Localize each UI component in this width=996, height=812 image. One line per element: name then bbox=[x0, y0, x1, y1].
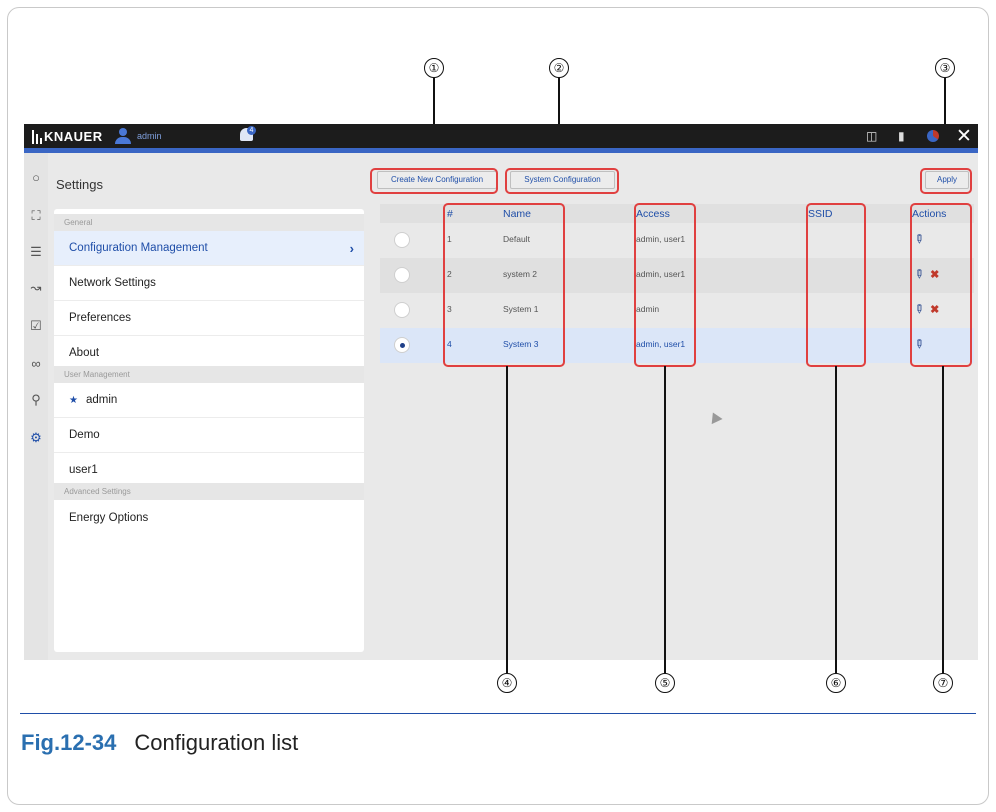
highlight-access-column bbox=[634, 203, 696, 367]
chart-icon[interactable]: ↝ bbox=[29, 281, 43, 295]
hierarchy-icon[interactable]: ⛶ bbox=[29, 209, 43, 223]
callout-5: ⑤ bbox=[655, 673, 675, 693]
status-pie-icon[interactable] bbox=[927, 130, 939, 142]
figure-title: Configuration list bbox=[134, 730, 299, 755]
username[interactable]: admin bbox=[137, 131, 162, 141]
section-user-management: User Management bbox=[54, 366, 364, 383]
row-radio-selected[interactable] bbox=[394, 337, 410, 353]
app-logo: KNAUER bbox=[44, 129, 103, 144]
tree-list-icon[interactable]: ☰ bbox=[29, 245, 43, 259]
row-radio[interactable] bbox=[394, 267, 410, 283]
callout-line-4 bbox=[506, 366, 508, 673]
left-rail: ○ ⛶ ☰ ↝ ☑ ∞ ⚲ ⚙ bbox=[24, 153, 48, 660]
callout-line-7 bbox=[942, 366, 944, 673]
nav-item-label: admin bbox=[85, 394, 118, 406]
row-radio[interactable] bbox=[394, 232, 410, 248]
nav-item-label: Demo bbox=[69, 429, 100, 441]
highlight-ssid-column bbox=[806, 203, 866, 367]
caption-rule bbox=[20, 713, 976, 714]
nav-item-network-settings[interactable]: Network Settings bbox=[54, 266, 364, 301]
notification-badge: 4 bbox=[247, 126, 256, 135]
highlight-name-column bbox=[443, 203, 565, 367]
nav-item-label: About bbox=[69, 347, 100, 359]
highlight-system-config-button bbox=[505, 168, 619, 194]
nav-item-label: Preferences bbox=[69, 312, 132, 324]
callout-line-5 bbox=[664, 366, 666, 673]
nav-item-label: Configuration Management bbox=[69, 242, 208, 254]
zoom-icon[interactable]: ⚲ bbox=[29, 393, 43, 407]
nav-item-user-admin[interactable]: ★ admin bbox=[54, 383, 364, 418]
callout-1: ① bbox=[424, 58, 444, 78]
nav-item-label: Network Settings bbox=[69, 277, 156, 289]
mouse-cursor-icon bbox=[707, 409, 723, 425]
gear-icon[interactable]: ⚙ bbox=[29, 431, 43, 445]
figure-label: Fig.12-34 bbox=[21, 730, 117, 755]
chevron-right-icon: › bbox=[349, 241, 354, 256]
knauer-logo-mark bbox=[32, 128, 44, 144]
section-general: General bbox=[54, 214, 364, 231]
callout-2: ② bbox=[549, 58, 569, 78]
row-radio[interactable] bbox=[394, 302, 410, 318]
highlight-actions-column bbox=[910, 203, 972, 367]
cursor-bar-icon[interactable]: ∞ bbox=[29, 357, 43, 371]
top-bar: KNAUER admin 4 ◫ ▮ ✕ bbox=[24, 124, 978, 148]
battery-icon: ▮ bbox=[898, 129, 905, 143]
callout-7: ⑦ bbox=[933, 673, 953, 693]
callout-3: ③ bbox=[935, 58, 955, 78]
section-advanced-settings: Advanced Settings bbox=[54, 483, 364, 500]
close-icon[interactable]: ✕ bbox=[956, 125, 972, 148]
page-title: Settings bbox=[56, 177, 103, 192]
callout-6: ⑥ bbox=[826, 673, 846, 693]
callout-line-6 bbox=[835, 366, 837, 673]
accent-line bbox=[24, 148, 978, 153]
nav-item-configuration-management[interactable]: Configuration Management › bbox=[54, 231, 364, 266]
nav-item-label: Energy Options bbox=[69, 511, 149, 524]
checkbox-icon[interactable]: ☑ bbox=[29, 319, 43, 333]
monitor-icon[interactable]: ◫ bbox=[866, 129, 877, 143]
circle-icon[interactable]: ○ bbox=[29, 171, 43, 185]
notification-bell-icon[interactable]: 4 bbox=[239, 126, 256, 144]
highlight-create-button bbox=[370, 168, 498, 194]
callout-4: ④ bbox=[497, 673, 517, 693]
nav-item-energy-options[interactable]: Energy Options bbox=[54, 500, 364, 535]
nav-item-label: user1 bbox=[69, 464, 98, 476]
figure-caption: Fig.12-34 Configuration list bbox=[21, 730, 298, 756]
highlight-apply-button bbox=[920, 168, 972, 194]
nav-item-preferences[interactable]: Preferences bbox=[54, 301, 364, 336]
star-icon: ★ bbox=[69, 394, 78, 406]
settings-nav-panel: General Configuration Management › Netwo… bbox=[54, 209, 364, 652]
user-icon[interactable] bbox=[114, 127, 132, 145]
nav-item-user-demo[interactable]: Demo bbox=[54, 418, 364, 453]
